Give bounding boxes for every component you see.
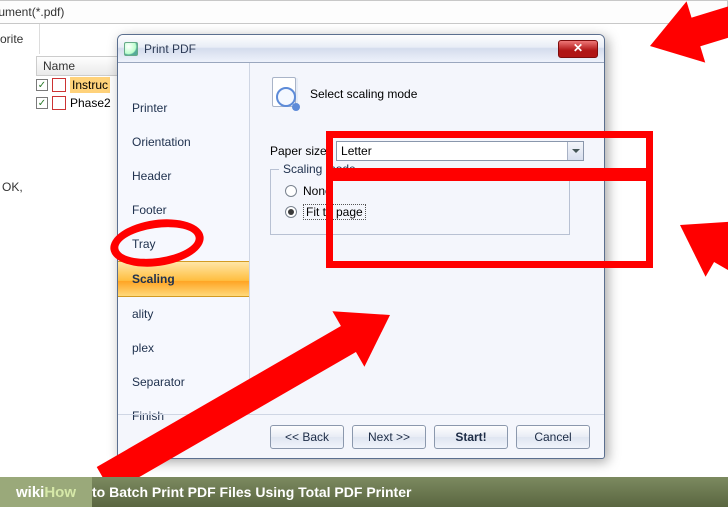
title-bar[interactable]: Print PDF ✕	[118, 35, 604, 63]
tab-orientation[interactable]: Orientation	[118, 125, 249, 159]
checkbox-icon[interactable]: ✓	[36, 97, 48, 109]
cancel-button[interactable]: Cancel	[516, 425, 590, 449]
group-legend: Scaling mode	[279, 162, 360, 176]
caption-text: to Batch Print PDF Files Using Total PDF…	[92, 484, 411, 500]
dialog-title: Print PDF	[144, 42, 196, 56]
pdf-icon	[52, 78, 66, 92]
tab-quality[interactable]: ality	[118, 297, 249, 331]
file-name: Instruc	[70, 77, 110, 93]
radio-fit[interactable]	[285, 206, 297, 218]
radio-none[interactable]	[285, 185, 297, 197]
radio-fit-row[interactable]: Fit to page	[285, 204, 559, 220]
status-fragment: OK,	[2, 180, 23, 194]
paper-size-label: Paper size:	[270, 144, 330, 158]
checkbox-icon[interactable]: ✓	[36, 79, 48, 91]
file-name: Phase2	[70, 96, 111, 110]
list-item[interactable]: ✓ Phase2	[36, 94, 111, 112]
magnifier-icon	[270, 77, 300, 111]
next-button[interactable]: Next >>	[352, 425, 426, 449]
wikihow-logo: wikiHow	[0, 477, 92, 507]
file-list: ✓ Instruc ✓ Phase2	[36, 76, 111, 112]
radio-fit-label: Fit to page	[303, 204, 366, 220]
paper-size-select[interactable]: Letter	[336, 141, 584, 161]
radio-none-row[interactable]: None	[285, 184, 559, 198]
chevron-down-icon[interactable]	[567, 142, 583, 160]
wikihow-caption-bar: wikiHow to Batch Print PDF Files Using T…	[0, 477, 728, 507]
dialog-icon	[124, 42, 138, 56]
toolbar-fragment: orite	[0, 24, 40, 54]
tab-printer[interactable]: Printer	[118, 91, 249, 125]
start-button[interactable]: Start!	[434, 425, 508, 449]
list-item[interactable]: ✓ Instruc	[36, 76, 111, 94]
tab-duplex[interactable]: plex	[118, 331, 249, 365]
radio-none-label: None	[303, 184, 332, 198]
tab-header[interactable]: Header	[118, 159, 249, 193]
annotation-arrow	[680, 225, 728, 355]
pane-heading: Select scaling mode	[310, 87, 417, 101]
back-button[interactable]: << Back	[270, 425, 344, 449]
close-button[interactable]: ✕	[558, 40, 598, 58]
address-bar[interactable]: Document(*.pdf)	[0, 0, 728, 24]
scaling-mode-group: Scaling mode None Fit to page	[270, 169, 570, 235]
pdf-icon	[52, 96, 66, 110]
paper-size-value: Letter	[341, 144, 372, 158]
